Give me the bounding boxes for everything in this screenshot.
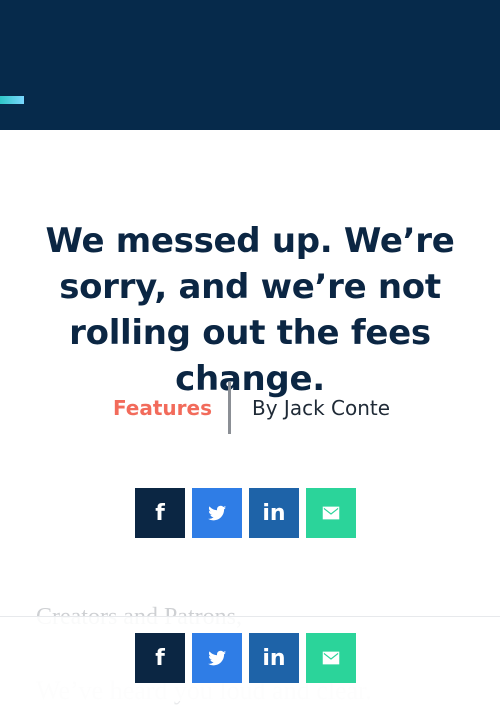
author-byline: By Jack Conte: [252, 396, 391, 420]
site-header: [0, 0, 500, 130]
envelope-icon: [322, 651, 340, 665]
article-title: We messed up. We’re sorry, and we’re not…: [45, 221, 455, 399]
envelope-icon: [322, 506, 340, 520]
share-row-top: f in: [135, 488, 359, 538]
facebook-icon: f: [155, 500, 165, 526]
share-facebook-button[interactable]: f: [135, 488, 185, 538]
facebook-icon: f: [155, 645, 165, 671]
article-meta: Features By Jack Conte: [0, 382, 500, 436]
share-linkedin-button[interactable]: in: [249, 488, 299, 538]
category-link[interactable]: Features: [113, 396, 212, 420]
sticky-share-email-button[interactable]: [306, 633, 356, 683]
sticky-share-facebook-button[interactable]: f: [135, 633, 185, 683]
twitter-icon: [207, 505, 227, 521]
header-accent-bar: [0, 96, 24, 104]
sticky-share-linkedin-button[interactable]: in: [249, 633, 299, 683]
share-email-button[interactable]: [306, 488, 356, 538]
linkedin-icon: in: [262, 500, 286, 526]
share-twitter-button[interactable]: [192, 488, 242, 538]
linkedin-icon: in: [262, 645, 286, 671]
meta-divider: [228, 382, 231, 434]
sticky-share-twitter-button[interactable]: [192, 633, 242, 683]
twitter-icon: [207, 650, 227, 666]
share-row-bottom: f in: [135, 633, 359, 683]
